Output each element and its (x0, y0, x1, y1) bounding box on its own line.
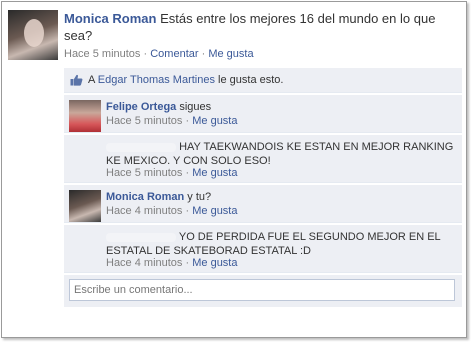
post-message: Monica Roman Estás entre los mejores 16 … (64, 10, 459, 44)
comment-meta: Hace 5 minutos · Me gusta (106, 167, 237, 179)
post-timestamp[interactable]: Hace 5 minutos (64, 48, 140, 60)
meta-separator: · (185, 205, 190, 217)
like-prefix: A (88, 74, 95, 86)
comment-composer (64, 275, 462, 307)
like-sentence: A Edgar Thomas Martines le gusta esto. (64, 68, 462, 93)
story-frame: Monica Roman Estás entre los mejores 16 … (1, 1, 467, 338)
post-meta: Hace 5 minutos · Comentar · Me gusta (64, 48, 254, 60)
meta-separator: · (143, 48, 148, 60)
meta-separator: · (185, 167, 190, 179)
comment-like-link[interactable]: Me gusta (192, 257, 237, 269)
comment-item: HAY TAEKWANDOIS KE ESTAN EN MEJOR RANKIN… (64, 135, 462, 183)
liker-link[interactable]: Edgar Thomas Martines (98, 74, 215, 86)
commenter-name-link[interactable]: Monica Roman (106, 191, 184, 203)
comments-box: A Edgar Thomas Martines le gusta esto. F… (64, 68, 462, 307)
comment-timestamp[interactable]: Hace 5 minutos (106, 167, 182, 179)
comment-text: sigues (179, 101, 212, 113)
comment-meta: Hace 4 minutos · Me gusta (106, 257, 237, 269)
comment-timestamp[interactable]: Hace 5 minutos (106, 115, 182, 127)
comment-like-link[interactable]: Me gusta (192, 167, 237, 179)
comment-item: Felipe Ortega sigues Hace 5 minutos · Me… (64, 95, 462, 133)
comment-meta: Hace 4 minutos · Me gusta (106, 205, 237, 217)
commenter-avatar[interactable] (69, 100, 101, 132)
comment-body: YO DE PERDIDA FUE EL SEGUNDO MEJOR EN EL… (106, 230, 456, 258)
post-author-link[interactable]: Monica Roman (64, 11, 156, 26)
comment-meta: Hace 5 minutos · Me gusta (106, 115, 237, 127)
comment-like-link[interactable]: Me gusta (192, 205, 237, 217)
comment-item: YO DE PERDIDA FUE EL SEGUNDO MEJOR EN EL… (64, 225, 462, 273)
comment-item: Monica Roman y tu? Hace 4 minutos · Me g… (64, 185, 462, 223)
like-suffix: le gusta esto. (218, 74, 284, 86)
comment-body: Felipe Ortega sigues (106, 100, 456, 114)
author-avatar[interactable] (8, 10, 58, 60)
comment-body: HAY TAEKWANDOIS KE ESTAN EN MEJOR RANKIN… (106, 140, 456, 168)
comment-like-link[interactable]: Me gusta (192, 115, 237, 127)
comment-text: y tu? (187, 191, 212, 203)
like-link[interactable]: Me gusta (208, 48, 253, 60)
meta-separator: · (185, 257, 190, 269)
commenter-avatar[interactable] (69, 190, 101, 222)
obscured-commenter-name (106, 232, 176, 242)
comment-input[interactable] (69, 279, 455, 301)
obscured-commenter-name (106, 142, 176, 152)
commenter-name-link[interactable]: Felipe Ortega (106, 101, 176, 113)
comment-link[interactable]: Comentar (150, 48, 198, 60)
comment-timestamp[interactable]: Hace 4 minutos (106, 205, 182, 217)
meta-separator: · (201, 48, 206, 60)
comment-body: Monica Roman y tu? (106, 190, 456, 204)
thumbs-up-icon (70, 74, 83, 86)
comment-timestamp[interactable]: Hace 4 minutos (106, 257, 182, 269)
meta-separator: · (185, 115, 190, 127)
